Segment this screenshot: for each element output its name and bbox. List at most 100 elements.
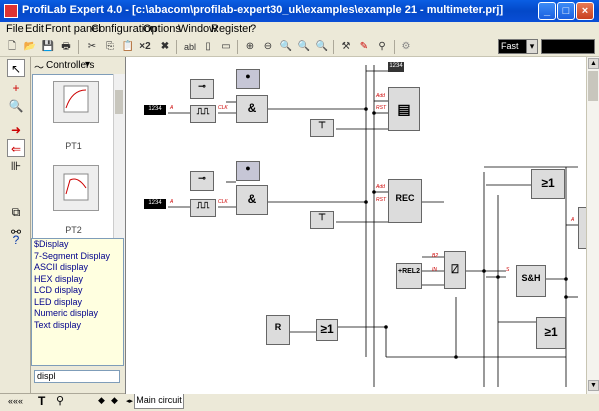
menu-bar: File Edit Front panel Configuration Opti… (0, 22, 599, 38)
zoom-in-icon[interactable]: ⊕ (242, 39, 258, 55)
led-block-1[interactable]: ● (236, 69, 260, 89)
clock-block-2[interactable]: ⎍⎍ (190, 199, 216, 217)
menu-edit[interactable]: Edit (25, 23, 44, 35)
minimize-button[interactable]: _ (538, 2, 556, 20)
arrow-right-icon[interactable]: ➜ (7, 121, 25, 139)
duplicate-button[interactable]: ×2 (138, 39, 152, 55)
text-tool-button[interactable]: abl (182, 39, 198, 55)
pointer-icon[interactable]: ↖ (7, 59, 25, 77)
or-gate-1[interactable]: ≥1 (531, 169, 565, 199)
led-block-2[interactable]: ● (236, 161, 260, 181)
library-panel: 〜 Controllers ▾ PT1 PT2 $Display 7-Segme… (31, 57, 125, 393)
pin-label: A (170, 199, 174, 205)
print-icon[interactable]: 🖶 (58, 39, 74, 55)
relay-block[interactable]: ⍁ (444, 251, 466, 289)
chevron-down-icon[interactable]: ▾ (526, 39, 538, 54)
zoom-page-icon[interactable]: 🔍 (296, 39, 312, 55)
list-item[interactable]: HEX display (32, 274, 123, 286)
lcd-display-3[interactable]: 1234 (388, 62, 404, 72)
tab-scroll-icon[interactable]: ◂▸ (126, 397, 133, 405)
list-item[interactable]: $Display (32, 239, 123, 251)
component-pt2-thumb[interactable] (53, 165, 99, 211)
close-button[interactable]: × (576, 2, 594, 20)
clock-block-1[interactable]: ⎍⎍ (190, 105, 216, 123)
delete-icon[interactable]: ✖ (157, 39, 173, 55)
scrollbar-thumb[interactable] (115, 90, 123, 114)
recorder-block[interactable]: REC (388, 179, 422, 223)
maximize-button[interactable]: □ (557, 2, 575, 20)
save-icon[interactable]: 💾 (40, 39, 56, 55)
zoom-fit-icon[interactable]: 🔍 (278, 39, 294, 55)
button-block-1[interactable]: ⊤ (310, 119, 334, 137)
component-pt1-thumb[interactable] (53, 81, 99, 123)
tab-main-circuit[interactable]: Main circuit (134, 394, 184, 409)
tools-icon[interactable]: ⚒ (338, 39, 354, 55)
copy-icon[interactable]: ⎘ (102, 39, 118, 55)
paste-icon[interactable]: 📋 (120, 39, 136, 55)
pin-label: RST (376, 105, 386, 111)
and-gate-2[interactable]: & (236, 185, 268, 215)
magnifier-icon[interactable]: 🔍 (7, 97, 25, 115)
bottom-bar: ««« T ⚲ ◆ ◆ ◂▸ Main circuit (0, 393, 599, 411)
canvas-scrollbar[interactable]: ▲ ▼ (586, 57, 599, 394)
zoom-out-icon[interactable]: ⊖ (260, 39, 276, 55)
menu-help[interactable]: ? (250, 23, 256, 35)
sample-hold-block[interactable]: S&H (516, 265, 546, 297)
and-gate-1[interactable]: & (236, 95, 268, 123)
pin-label: CLK (218, 199, 228, 205)
page-icon[interactable]: ▭ (218, 39, 234, 55)
menu-register[interactable]: Register (211, 23, 252, 35)
scrollbar-thumb[interactable] (588, 71, 598, 101)
lcd-display-1[interactable]: 1234 (144, 105, 166, 115)
scroll-up-icon[interactable]: ▲ (588, 58, 599, 69)
cut-icon[interactable]: ✂ (84, 39, 100, 55)
connector-icon[interactable]: ⊪ (7, 157, 25, 175)
probe-icon[interactable]: ⚲ (374, 39, 390, 55)
frame-icon[interactable]: ▯ (200, 39, 216, 55)
lcd-display-2[interactable]: 1234 (144, 199, 166, 209)
collapse-button[interactable]: ««« (8, 396, 23, 406)
binoculars-icon[interactable]: ⚲ (56, 394, 64, 407)
switch-block-1[interactable]: ⊸ (190, 79, 214, 99)
copy-block-icon[interactable]: ⧉ (7, 203, 25, 221)
next-arrow-icon[interactable]: ◆ (111, 395, 118, 406)
solder-icon[interactable]: ✎ (356, 39, 372, 55)
help-pointer-icon[interactable]: ? (7, 231, 25, 249)
list-item[interactable]: LED display (32, 297, 123, 309)
list-item[interactable]: LCD display (32, 285, 123, 297)
scroll-down-icon[interactable]: ▼ (588, 380, 599, 391)
or-gate-3[interactable]: ≥1 (536, 317, 566, 349)
prev-arrow-icon[interactable]: ◆ (98, 395, 105, 406)
or-gate-4[interactable]: ≥1 (316, 319, 338, 341)
menu-options[interactable]: Options (143, 23, 181, 35)
toolbar-separator (176, 40, 177, 54)
list-item[interactable]: Text display (32, 320, 123, 332)
list-item[interactable]: ASCII display (32, 262, 123, 274)
zoom-all-icon[interactable]: 🔍 (314, 39, 330, 55)
arrow-left-icon[interactable]: ⇐ (7, 139, 25, 157)
new-file-icon[interactable]: 🗋 (4, 39, 20, 55)
open-folder-icon[interactable]: 📂 (22, 39, 38, 55)
toolbar-separator (394, 40, 395, 54)
switch-block-2[interactable]: ⊸ (190, 171, 214, 191)
pin-label: A (571, 217, 575, 223)
recorder-table-block[interactable]: ▤ (388, 87, 420, 131)
relay-input-block[interactable]: +REL2 (396, 263, 422, 289)
toolbar: 🗋 📂 💾 🖶 ✂ ⎘ 📋 ×2 ✖ abl ▯ ▭ ⊕ ⊖ 🔍 🔍 🔍 ⚒ ✎… (0, 38, 599, 57)
tool-palette: ↖ + 🔍 ➜ ⇐ ⊪ ⧉ ⚯ ? (0, 57, 31, 393)
library-category-select[interactable]: 〜 Controllers ▾ (31, 57, 124, 74)
circuit-canvas[interactable]: 1234 1234 1234 ⊸ ⎍⎍ ● & ⊸ ⎍⎍ ● & ⊤ ⊤ ▤ R… (125, 57, 587, 394)
search-input[interactable]: displ (34, 370, 120, 383)
text-icon[interactable]: T (38, 394, 45, 408)
reset-button-block[interactable]: R (266, 315, 290, 345)
list-item[interactable]: 7-Segment Display (32, 251, 123, 263)
pin-label: CLK (218, 105, 228, 111)
app-icon[interactable] (4, 4, 18, 18)
crosshair-icon[interactable]: + (7, 79, 25, 97)
list-item[interactable]: Numeric display (32, 308, 123, 320)
settings-gear-icon[interactable]: ⚙ (398, 39, 414, 55)
chevron-down-icon: ▾ (85, 59, 91, 70)
button-block-2[interactable]: ⊤ (310, 211, 334, 229)
component-list: $Display 7-Segment Display ASCII display… (31, 238, 124, 366)
menu-file[interactable]: File (6, 23, 24, 35)
